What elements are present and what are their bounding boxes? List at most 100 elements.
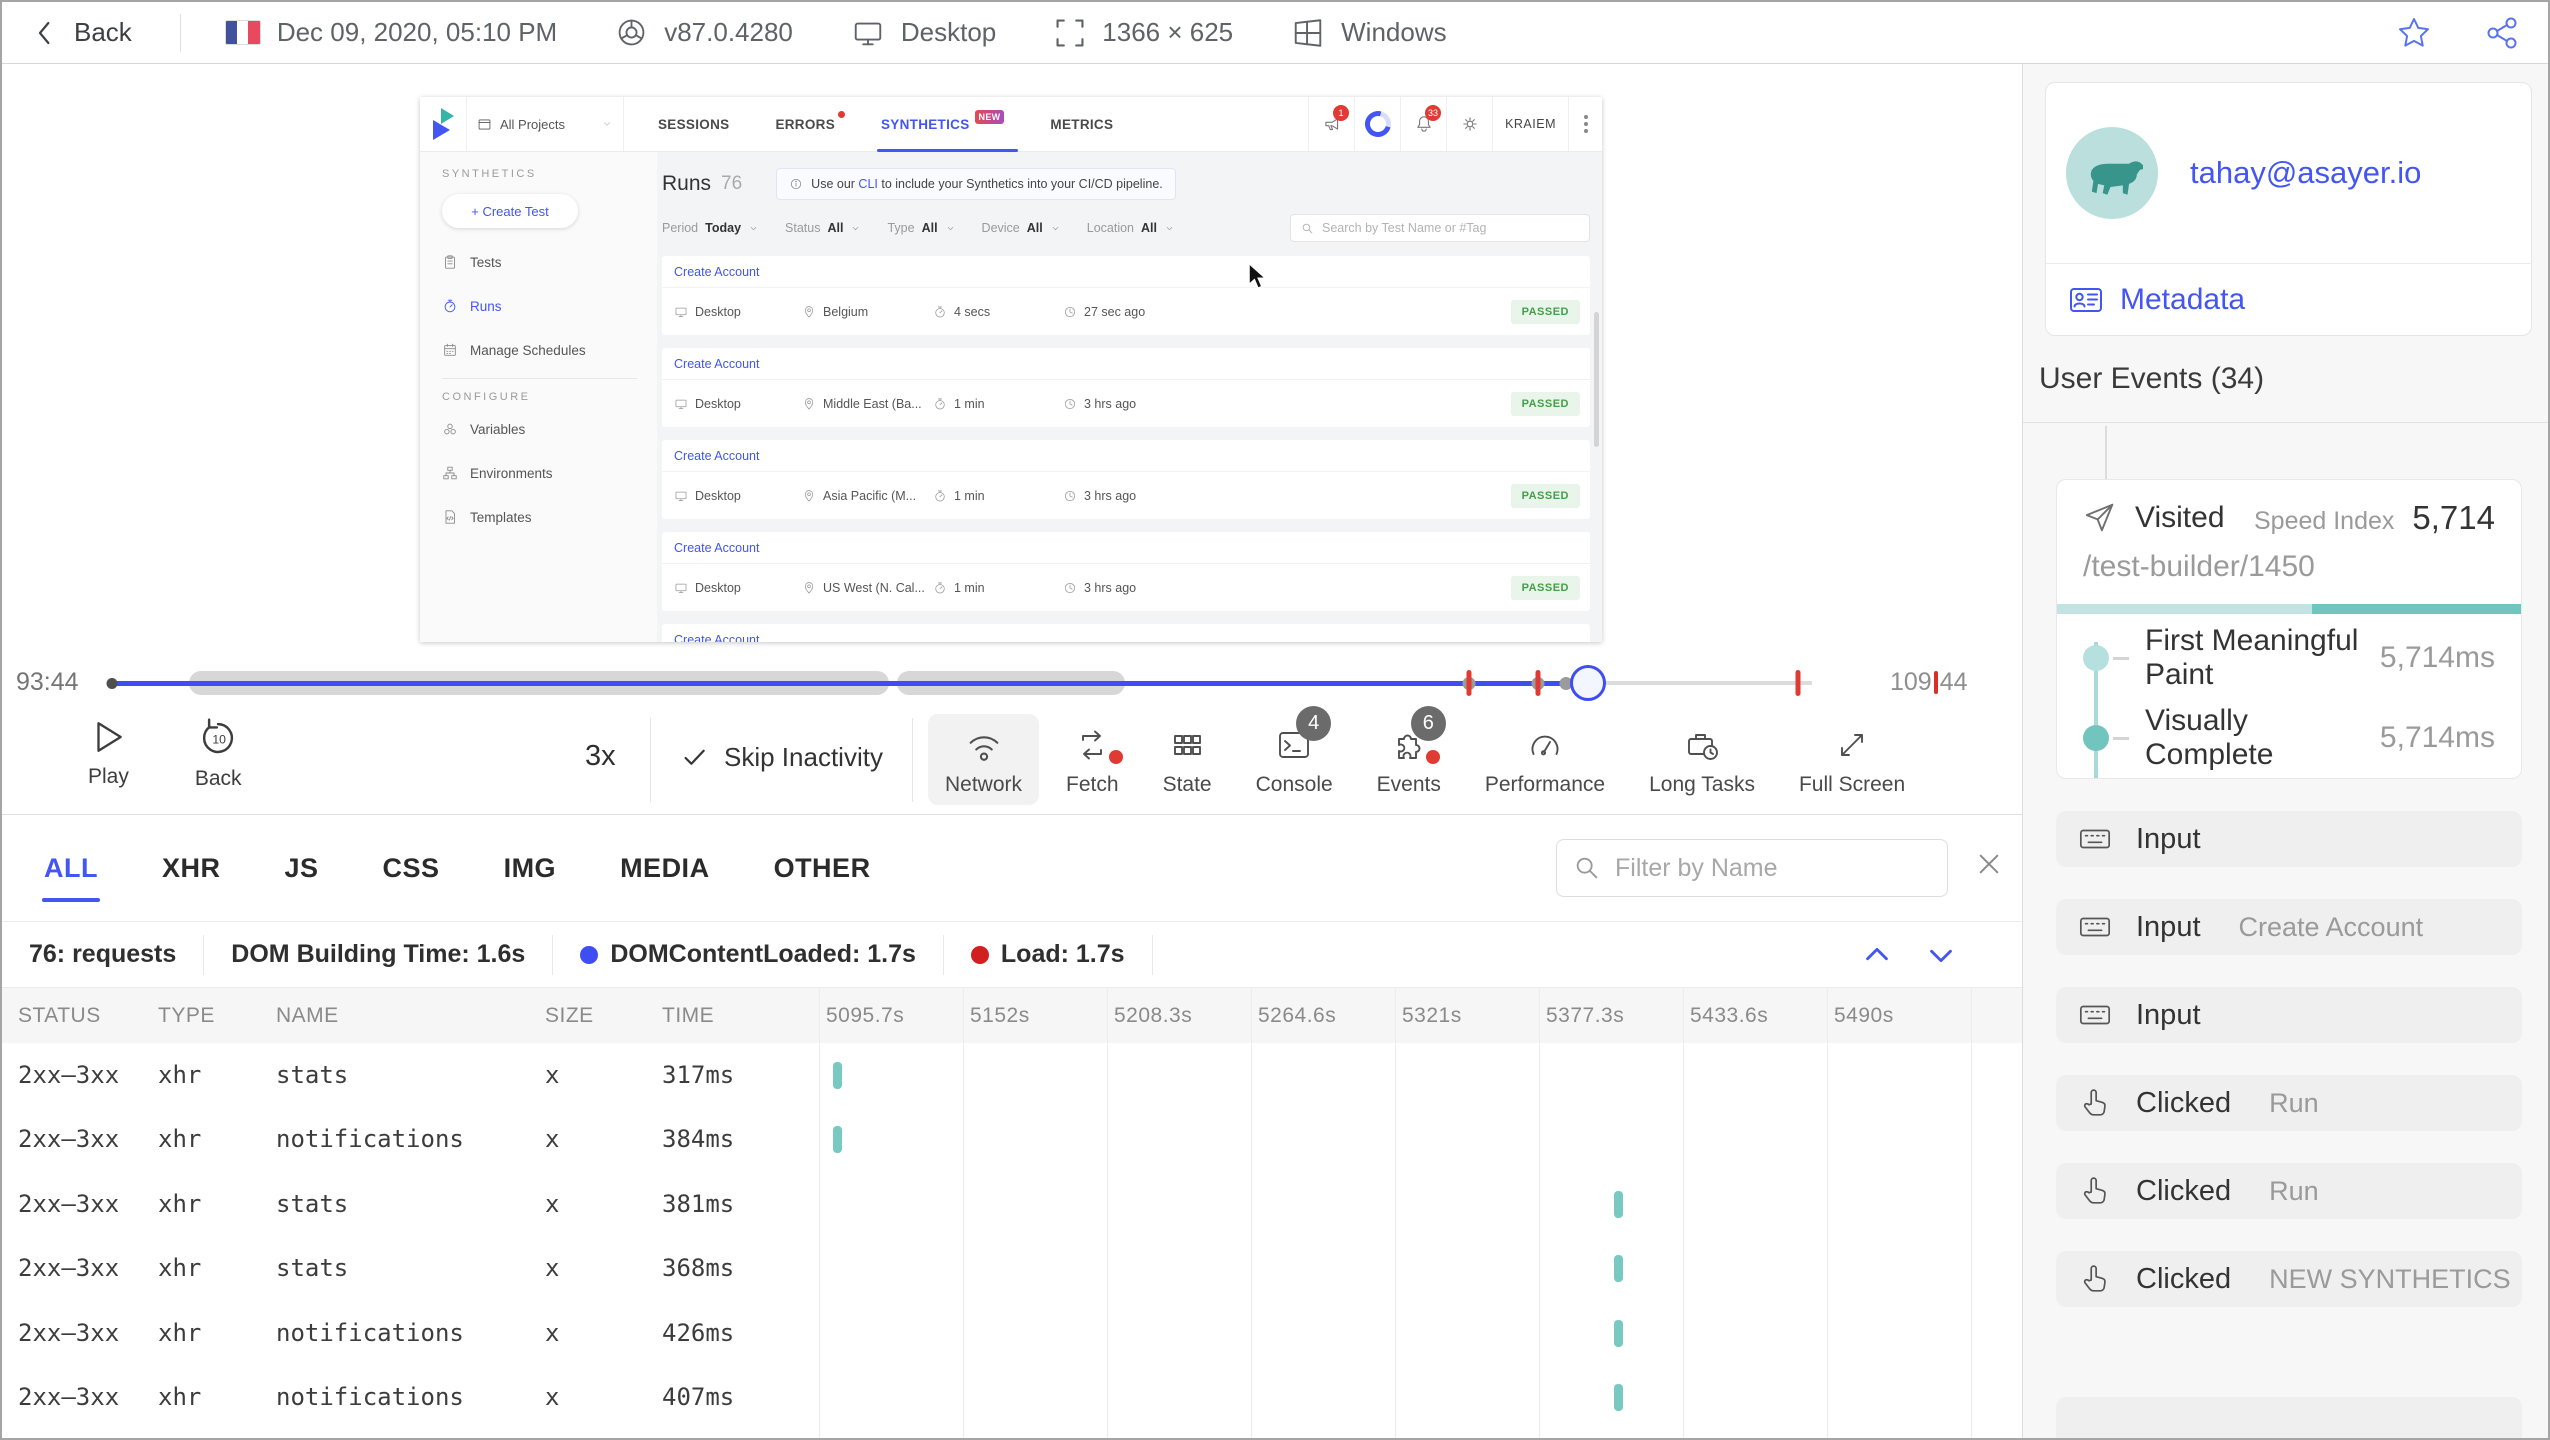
back-10s-button[interactable]: 10 Back (195, 718, 242, 791)
cell-time: 368ms (662, 1254, 735, 1283)
metadata-button[interactable]: Metadata (2046, 263, 2531, 335)
network-tab-js[interactable]: JS (285, 853, 319, 884)
network-icon (964, 724, 1004, 766)
jump-previous-button[interactable] (1860, 938, 1894, 972)
network-tab-media[interactable]: MEDIA (620, 853, 710, 884)
filter-location: Location All (1087, 221, 1175, 235)
sidebar-item-label: Runs (470, 298, 502, 314)
sidebar-item-label: Variables (470, 421, 526, 437)
red-dot-icon (970, 945, 989, 964)
alert-dot-icon (1425, 750, 1440, 764)
event-label: Clicked (2136, 1262, 2232, 1295)
event-card-clicked[interactable]: Clicked Run (2056, 1075, 2522, 1131)
run-location: Asia Pacific (M... (802, 489, 933, 503)
run-name-link: Create Account (662, 256, 1590, 288)
divider (442, 378, 637, 379)
panel-button-network[interactable]: Network (928, 714, 1040, 805)
schedules-icon (442, 342, 458, 358)
table-row[interactable]: 2xx–3xx xhr notifications x 426ms (2, 1301, 2022, 1365)
filter-input-box[interactable] (1556, 839, 1948, 897)
keyboard-icon (2078, 910, 2112, 944)
run-location: Belgium (802, 305, 933, 319)
metric-row: First Meaningful Paint 5,714ms (2083, 624, 2495, 691)
event-card-input[interactable]: Input (2056, 987, 2522, 1043)
cell-type: xhr (158, 1061, 202, 1089)
network-tab-xhr[interactable]: XHR (162, 853, 221, 884)
waterfall-col-label: 5095.7s (826, 1004, 905, 1027)
waterfall-col-label: 5377.3s (1546, 1004, 1625, 1027)
chevron-down-icon (1164, 223, 1175, 234)
close-panel-button[interactable] (1974, 849, 2004, 879)
table-row[interactable]: 2xx–3xx xhr notifications x 384ms (2, 1107, 2022, 1171)
settings-gear-icon (1446, 97, 1492, 151)
cell-size: x (545, 1318, 560, 1347)
network-tab-css[interactable]: CSS (383, 853, 440, 884)
event-card-clicked[interactable]: Clicked NEW SYNTHETICS (2056, 1251, 2522, 1307)
run-card: Create Account Desktop Belgium 4 secs 27 sec… (662, 256, 1590, 335)
skip-inactivity-toggle[interactable]: Skip Inactivity (682, 742, 883, 773)
table-header: STATUS TYPE NAME SIZE TIME 5095.7s 5152s 5… (2, 988, 2022, 1043)
run-card: Create AccountDesktopCanada (Central)1 m… (662, 624, 1590, 642)
table-row[interactable]: 2xx–3xx xhr stats x 381ms (2, 1172, 2022, 1236)
app-user-name: KRAIEM (1492, 97, 1568, 151)
playhead-handle[interactable] (1569, 665, 1606, 701)
event-label: Clicked (2136, 1086, 2232, 1119)
sidebar-item-label: Templates (470, 509, 532, 525)
sidebar-item-runs: Runs (442, 284, 657, 328)
favorite-star-icon[interactable] (2396, 15, 2432, 51)
network-stats-row: 76: requests DOM Building Time: 1.6s DOM… (2, 921, 2022, 988)
pointer-icon (2078, 1262, 2112, 1296)
table-row[interactable]: 2xx–3xx xhr stats x 317ms (2, 1043, 2022, 1107)
pointer-icon (2078, 1174, 2112, 1208)
panel-button-fetch[interactable]: Fetch (1049, 714, 1136, 805)
table-row[interactable]: 2xx–3xx xhr notifications x 407ms (2, 1365, 2022, 1429)
project-selector: All Projects (466, 97, 624, 151)
run-device: Desktop (674, 581, 802, 595)
mouse-cursor (1245, 262, 1271, 292)
filter-value: All (1026, 221, 1043, 235)
panel-button-console[interactable]: Console 4 (1239, 706, 1350, 805)
replay-stage: All Projects SESSIONS ERRORS SYNTHETICS NEW… (2, 64, 2022, 662)
panel-button-performance[interactable]: Performance (1468, 714, 1622, 805)
back-label: Back (74, 17, 132, 47)
run-time-ago: 3 hrs ago (1063, 581, 1511, 595)
sidebar-item-label: Tests (470, 254, 502, 270)
panel-button-label: Performance (1484, 773, 1606, 796)
monitor-icon (851, 16, 885, 50)
cell-status: 2xx–3xx (18, 1125, 120, 1154)
speed-index-label: Speed Index (2254, 507, 2395, 535)
col-size: SIZE (545, 1004, 594, 1027)
event-card-input[interactable]: Input (2056, 811, 2522, 867)
panel-button-state[interactable]: State (1146, 714, 1229, 805)
network-tab-all[interactable]: ALL (42, 853, 100, 902)
app-tab-errors: ERRORS (775, 97, 845, 152)
status-badge: PASSED (1510, 391, 1580, 416)
filter-input[interactable] (1613, 852, 1913, 884)
play-button[interactable]: Play (88, 718, 129, 791)
app-tab-label: SESSIONS (658, 116, 730, 132)
event-connector-line (2105, 426, 2107, 482)
paint-metrics-timeline: First Meaningful Paint 5,714ms Visually … (2083, 624, 2495, 778)
event-card-input[interactable]: Input Create Account (2056, 899, 2522, 955)
user-email[interactable]: tahay@asayer.io (2190, 155, 2421, 191)
playback-speed-button[interactable]: 3x (585, 740, 616, 773)
table-row[interactable]: 2xx–3xx xhr stats x 368ms (2, 1236, 2022, 1300)
panel-button-events[interactable]: Events 6 (1360, 706, 1458, 805)
panel-button-full-screen[interactable]: Full Screen (1782, 714, 1922, 805)
panel-button-long-tasks[interactable]: Long Tasks (1632, 714, 1772, 805)
network-tab-other[interactable]: OTHER (774, 853, 871, 884)
network-tab-img[interactable]: IMG (504, 853, 557, 884)
timeline-track[interactable] (106, 660, 1812, 706)
jump-next-button[interactable] (1924, 938, 1958, 972)
event-value: Run (2269, 1175, 2319, 1206)
share-icon[interactable] (2484, 15, 2520, 51)
visited-event-card[interactable]: Visited Speed Index 5,714 /test-builder/… (2056, 479, 2522, 779)
run-card: Create Account Desktop US West (N. Cal... 1… (662, 532, 1590, 611)
event-card-clicked[interactable]: Clicked Run (2056, 1163, 2522, 1219)
event-card-partial[interactable] (2056, 1397, 2522, 1438)
announcements-icon-button: 1 (1308, 97, 1354, 151)
back-button[interactable]: Back (30, 17, 132, 48)
col-name: NAME (276, 1004, 339, 1027)
device-type: Desktop (851, 16, 996, 50)
session-info-sidebar: tahay@asayer.io Metadata User Events (34… (2022, 64, 2548, 1438)
